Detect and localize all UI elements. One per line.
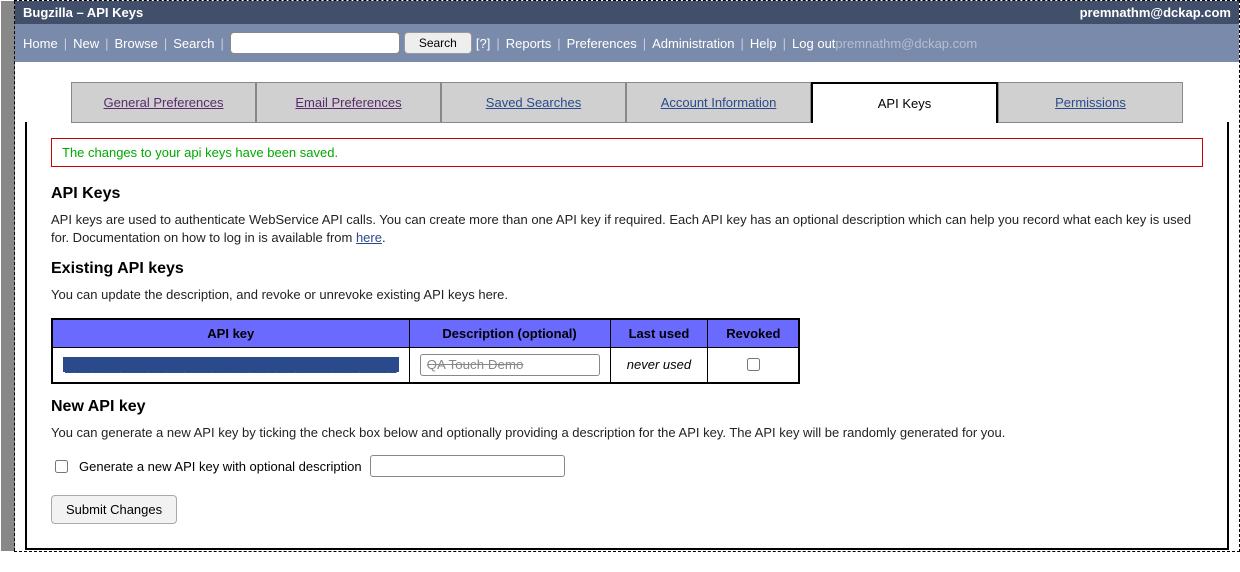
generate-row: Generate a new API key with optional des… xyxy=(51,455,1203,477)
nav-help-q[interactable]: [?] xyxy=(476,36,490,51)
nav-reports[interactable]: Reports xyxy=(506,36,552,51)
last-used-cell: never used xyxy=(610,347,708,383)
api-keys-table: API key Description (optional) Last used… xyxy=(51,318,800,384)
tab-account-information[interactable]: Account Information xyxy=(626,82,811,123)
top-navbar: Home| New| Browse| Search| Search [?]| R… xyxy=(15,24,1239,62)
tab-general-preferences[interactable]: General Preferences xyxy=(71,82,256,123)
left-scrollbar-track xyxy=(1,1,15,551)
table-row: ████████████████████████████████████ nev… xyxy=(52,347,799,383)
banner-user: premnathm@dckap.com xyxy=(1080,5,1231,20)
revoked-cell xyxy=(708,347,800,383)
col-description: Description (optional) xyxy=(409,319,610,348)
api-key-cell: ████████████████████████████████████ xyxy=(52,347,409,383)
nav-preferences[interactable]: Preferences xyxy=(567,36,637,51)
page-title: Bugzilla – API Keys xyxy=(23,5,143,20)
generate-checkbox[interactable] xyxy=(55,460,68,473)
banner: Bugzilla – API Keys premnathm@dckap.com xyxy=(15,1,1239,24)
nav-new[interactable]: New xyxy=(73,36,99,51)
success-message: The changes to your api keys have been s… xyxy=(51,138,1203,167)
nav-search[interactable]: Search xyxy=(173,36,214,51)
nav-home[interactable]: Home xyxy=(23,36,58,51)
generate-label: Generate a new API key with optional des… xyxy=(79,459,362,474)
col-last-used: Last used xyxy=(610,319,708,348)
nav-help[interactable]: Help xyxy=(750,36,777,51)
nav-logout[interactable]: Log outpremnathm@dckap.com xyxy=(792,36,977,51)
heading-existing-keys: Existing API keys xyxy=(51,260,1203,278)
tab-permissions[interactable]: Permissions xyxy=(998,82,1183,123)
description-input[interactable] xyxy=(420,354,600,376)
tab-email-preferences[interactable]: Email Preferences xyxy=(256,82,441,123)
api-keys-description: API keys are used to authenticate WebSer… xyxy=(51,211,1203,246)
search-button[interactable]: Search xyxy=(404,32,472,54)
tab-saved-searches[interactable]: Saved Searches xyxy=(441,82,626,123)
existing-keys-description: You can update the description, and revo… xyxy=(51,286,1203,304)
col-revoked: Revoked xyxy=(708,319,800,348)
new-key-description-input[interactable] xyxy=(370,455,565,477)
tab-api-keys[interactable]: API Keys xyxy=(811,82,998,123)
doc-link-here[interactable]: here xyxy=(356,230,382,245)
heading-api-keys: API Keys xyxy=(51,185,1203,203)
new-api-key-description: You can generate a new API key by tickin… xyxy=(51,424,1203,442)
heading-new-api-key: New API key xyxy=(51,398,1203,416)
preference-tabs: General Preferences Email Preferences Sa… xyxy=(71,82,1183,123)
col-api-key: API key xyxy=(52,319,409,348)
nav-administration[interactable]: Administration xyxy=(652,36,734,51)
nav-browse[interactable]: Browse xyxy=(114,36,157,51)
description-cell xyxy=(409,347,610,383)
revoked-checkbox[interactable] xyxy=(747,358,760,371)
content-panel: The changes to your api keys have been s… xyxy=(25,122,1229,550)
submit-changes-button[interactable]: Submit Changes xyxy=(51,495,177,524)
quick-search-input[interactable] xyxy=(230,32,400,54)
